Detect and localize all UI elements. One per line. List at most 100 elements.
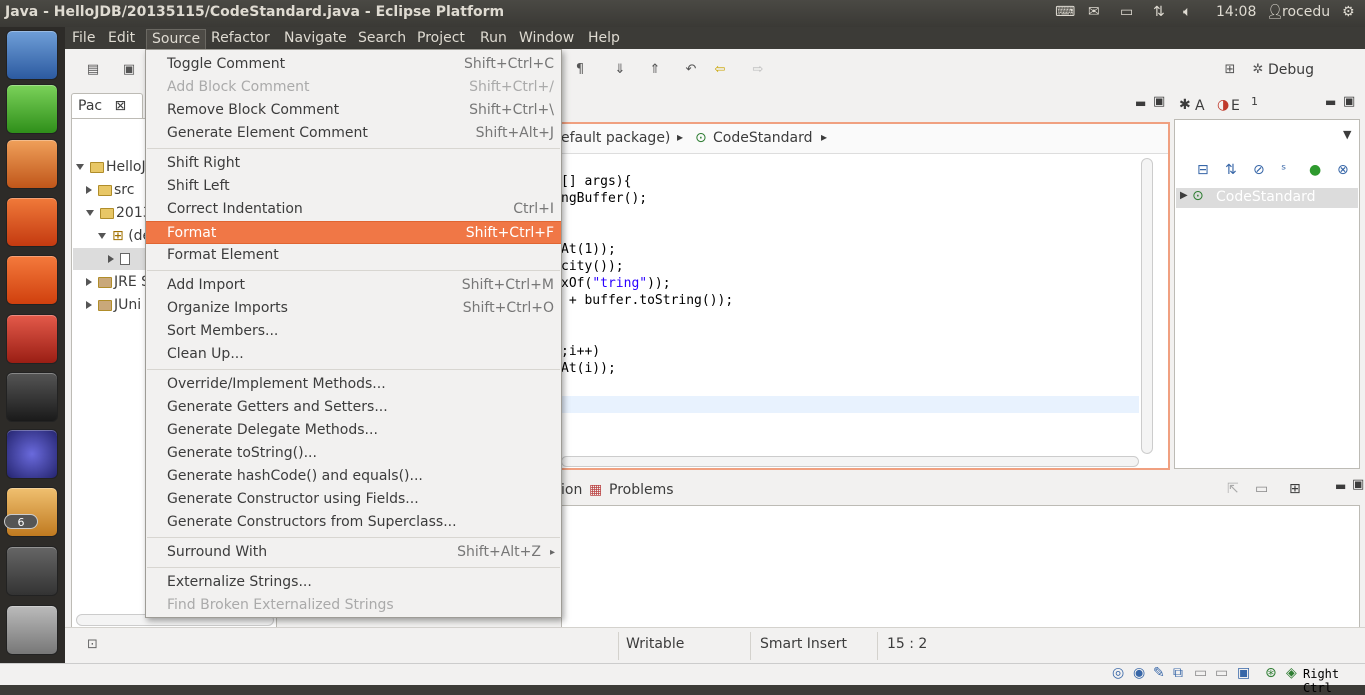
open-perspective-icon[interactable]: ⊞ — [1220, 61, 1240, 79]
network-icon[interactable]: ⇅ — [1153, 4, 1165, 20]
menu-item-surround-with[interactable]: Surround With Shift+Alt+Z ▸ — [146, 541, 561, 564]
battery-icon[interactable]: ▭ — [1120, 4, 1133, 20]
ubuntu-one-icon[interactable] — [6, 255, 58, 305]
breadcrumb-class[interactable]: CodeStandard — [713, 130, 813, 146]
bug-icon[interactable]: ✱ — [1179, 97, 1191, 113]
display-icon[interactable]: ▭ — [1215, 665, 1228, 681]
maximize-icon[interactable]: ▣ — [1343, 94, 1355, 109]
menu-edit[interactable]: Edit — [103, 29, 140, 49]
code-area[interactable]: [] args){ ngBuffer(); At(1)); city()); x… — [561, 156, 1139, 456]
open-console-icon[interactable]: ⊞ — [1289, 481, 1301, 497]
menu-item-generate-hashcode-equals[interactable]: Generate hashCode() and equals()... — [146, 465, 561, 488]
menu-item-shift-left[interactable]: Shift Left — [146, 175, 561, 198]
document-viewer-icon[interactable] — [6, 30, 58, 80]
maximize-icon[interactable]: ▣ — [1153, 94, 1165, 109]
tab-partial[interactable]: ion — [561, 482, 582, 498]
vertical-scrollbar[interactable] — [1141, 158, 1153, 454]
menu-item-generate-constructor-fields[interactable]: Generate Constructor using Fields... — [146, 488, 561, 511]
minimize-icon[interactable]: ▬ — [1135, 96, 1146, 110]
menu-item-shift-right[interactable]: Shift Right — [146, 152, 561, 175]
hide-nonpublic-icon[interactable]: ● — [1309, 162, 1321, 178]
sort-icon[interactable]: ⇅ — [1225, 162, 1237, 178]
shared-folder-icon[interactable]: ▭ — [1194, 665, 1207, 681]
volume-icon[interactable]: 🔈︎ — [1183, 4, 1191, 20]
spreadsheet-icon[interactable] — [6, 84, 58, 134]
tab-problems[interactable]: Problems — [609, 482, 674, 498]
tree-item-junit[interactable]: JUni — [86, 297, 141, 313]
trash-icon[interactable] — [6, 605, 58, 655]
menu-item-generate-constructors-superclass[interactable]: Generate Constructors from Superclass... — [146, 511, 561, 534]
tab-a[interactable]: A — [1195, 98, 1205, 114]
workspace-switcher-icon[interactable] — [6, 546, 58, 596]
menu-item-generate-getters-setters[interactable]: Generate Getters and Setters... — [146, 396, 561, 419]
usb-icon[interactable]: ✎ — [1153, 665, 1165, 681]
new-icon[interactable]: ▤ — [83, 61, 103, 79]
menu-item-format-element[interactable]: Format Element — [146, 244, 561, 267]
presentation-icon[interactable] — [6, 139, 58, 189]
guest-additions-icon[interactable]: ⊛ — [1265, 665, 1277, 681]
user-name[interactable]: rocedu — [1282, 4, 1330, 20]
clock[interactable]: 14:08 — [1216, 4, 1256, 20]
menu-item-organize-imports[interactable]: Organize Imports Shift+Ctrl+O — [146, 297, 561, 320]
prev-annotation-icon[interactable]: ⇑ — [645, 61, 665, 79]
menu-navigate[interactable]: Navigate — [279, 29, 352, 49]
menu-item-remove-block-comment[interactable]: Remove Block Comment Shift+Ctrl+\ — [146, 99, 561, 122]
tree-item-java-file[interactable] — [108, 251, 130, 267]
menu-run[interactable]: Run — [475, 29, 512, 49]
menu-item-generate-delegate[interactable]: Generate Delegate Methods... — [146, 419, 561, 442]
new-fast-view-icon[interactable]: ⊡ — [87, 637, 98, 652]
last-edit-icon[interactable]: ↶ — [681, 61, 701, 79]
menu-item-externalize-strings[interactable]: Externalize Strings... — [146, 571, 561, 594]
tree-item-folder[interactable]: 2013 — [86, 205, 152, 221]
error-icon[interactable]: ◑ — [1217, 97, 1229, 113]
menu-item-generate-element-comment[interactable]: Generate Element Comment Shift+Alt+J — [146, 122, 561, 145]
menu-item-format[interactable]: Format Shift+Ctrl+F — [146, 221, 561, 244]
keyboard-icon[interactable]: ⌨ — [1055, 4, 1075, 20]
chevron-right-icon[interactable]: ▶ — [1180, 190, 1188, 201]
menu-item-override-implement[interactable]: Override/Implement Methods... — [146, 373, 561, 396]
display-selected-icon[interactable]: ▭ — [1255, 481, 1268, 497]
gear-icon[interactable]: ⚙ — [1342, 4, 1355, 20]
tab-e[interactable]: E — [1231, 98, 1240, 114]
tree-item-project[interactable]: HelloJ — [76, 159, 146, 175]
menu-help[interactable]: Help — [583, 29, 625, 49]
pin-icon[interactable]: ⇱ — [1227, 481, 1239, 497]
outline-item[interactable]: ▶ ⊙ CodeStandard — [1176, 188, 1358, 208]
close-icon[interactable]: ⊠ — [115, 98, 127, 114]
horizontal-scrollbar[interactable] — [561, 456, 1139, 467]
next-annotation-icon[interactable]: ⇓ — [610, 61, 630, 79]
menu-item-sort-members[interactable]: Sort Members... — [146, 320, 561, 343]
collapse-all-icon[interactable]: ⊟ — [1197, 162, 1209, 178]
menu-item-find-broken-externalized[interactable]: Find Broken Externalized Strings — [146, 594, 561, 617]
hard-disk-icon[interactable]: ◎ — [1112, 665, 1124, 681]
menu-source[interactable]: Source — [146, 29, 207, 49]
menu-file[interactable]: File — [67, 29, 100, 49]
minimize-icon[interactable]: ▬ — [1335, 479, 1346, 493]
software-center-icon[interactable] — [6, 197, 58, 247]
back-icon[interactable]: ⇦ — [710, 61, 730, 79]
forward-icon[interactable]: ⇨ — [748, 61, 768, 79]
system-settings-icon[interactable] — [6, 314, 58, 364]
hide-static-icon[interactable]: ˢ — [1281, 162, 1286, 178]
menu-item-generate-tostring[interactable]: Generate toString()... — [146, 442, 561, 465]
menu-item-add-import[interactable]: Add Import Shift+Ctrl+M — [146, 274, 561, 297]
minimize-icon[interactable]: ▬ — [1325, 95, 1336, 109]
menu-item-correct-indentation[interactable]: Correct Indentation Ctrl+I — [146, 198, 561, 221]
menu-item-add-block-comment[interactable]: Add Block Comment Shift+Ctrl+/ — [146, 76, 561, 99]
tree-item-default-package[interactable]: ⊞ (de — [98, 228, 151, 244]
menu-item-toggle-comment[interactable]: Toggle Comment Shift+Ctrl+C — [146, 53, 561, 76]
debug-perspective-icon[interactable]: ✲ — [1248, 61, 1268, 79]
menu-window[interactable]: Window — [514, 29, 579, 49]
maximize-icon[interactable]: ▣ — [1352, 477, 1364, 492]
video-capture-icon[interactable]: ▣ — [1237, 665, 1250, 681]
tab-package-explorer[interactable]: Pac ⊠ — [71, 93, 143, 119]
terminal-icon[interactable] — [6, 372, 58, 422]
network-adapter-icon[interactable]: ⧉ — [1173, 665, 1183, 681]
save-icon[interactable]: ▣ — [119, 61, 139, 79]
tree-item-jre[interactable]: JRE S — [86, 274, 150, 290]
breadcrumb-package[interactable]: efault package) — [561, 130, 670, 146]
mouse-integration-icon[interactable]: ◈ — [1286, 665, 1297, 681]
menu-item-clean-up[interactable]: Clean Up... — [146, 343, 561, 366]
menu-project[interactable]: Project — [412, 29, 470, 49]
menu-refactor[interactable]: Refactor — [206, 29, 275, 49]
